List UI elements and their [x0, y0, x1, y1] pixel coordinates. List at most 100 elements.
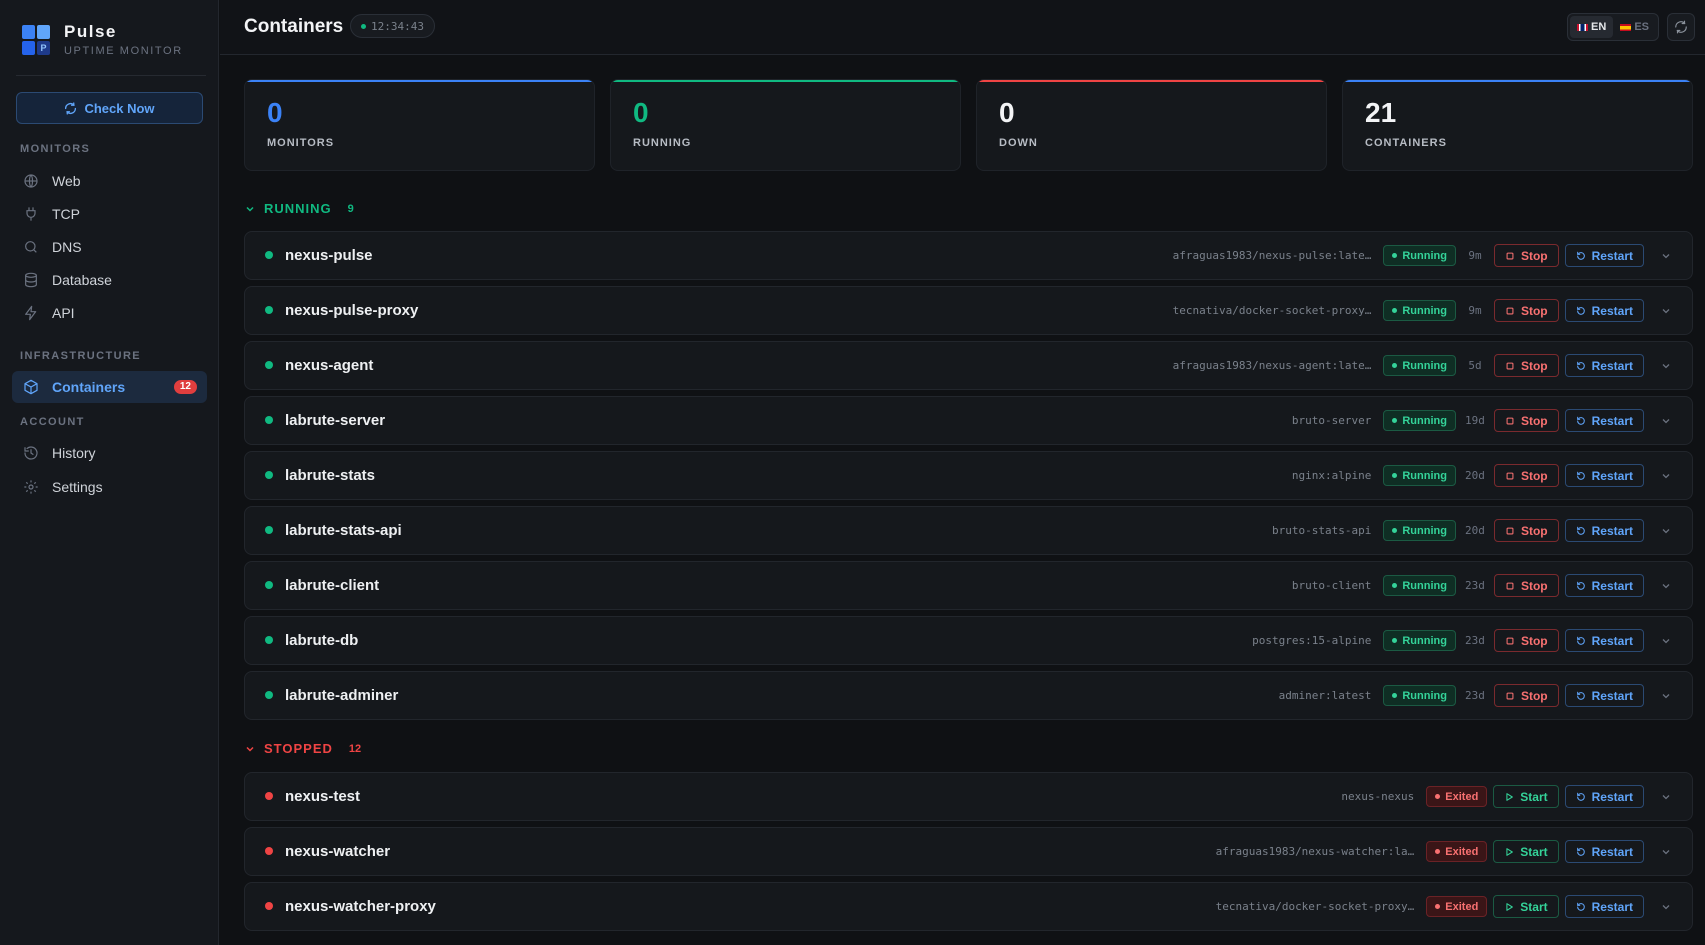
nav-section-account: ACCOUNT — [20, 416, 85, 428]
container-row[interactable]: labrute-db postgres:15-alpine Running 23d St… — [244, 616, 1693, 665]
stop-button[interactable]: Stop — [1493, 244, 1559, 267]
stat-accent-bar — [611, 80, 960, 82]
container-row[interactable]: nexus-test nexus-nexus Exited Start Restart — [244, 772, 1693, 821]
container-row[interactable]: labrute-server bruto-server Running 19d Stop… — [244, 396, 1693, 445]
check-now-button[interactable]: Check Now — [16, 92, 203, 124]
container-row-actions: tecnativa/docker-socket-proxy… Exited Star… — [1216, 883, 1676, 930]
group-header-running[interactable]: RUNNING 9 — [244, 201, 354, 216]
container-row[interactable]: nexus-pulse afraguas1983/nexus-pulse:late… — [244, 231, 1693, 280]
chevron-down-icon — [246, 746, 254, 752]
expand-row-button[interactable] — [1656, 521, 1676, 541]
refresh-button[interactable] — [1667, 13, 1695, 41]
restart-icon — [1576, 416, 1585, 425]
stop-button[interactable]: Stop — [1493, 684, 1559, 707]
sidebar: P Pulse UPTIME MONITOR Check Now MONITOR… — [0, 0, 219, 945]
sidebar-item-history[interactable]: History — [12, 437, 207, 469]
container-row[interactable]: nexus-pulse-proxy tecnativa/docker-socket… — [244, 286, 1693, 335]
expand-row-button[interactable] — [1656, 356, 1676, 376]
restart-label: Restart — [1591, 248, 1633, 263]
expand-row-button[interactable] — [1656, 246, 1676, 266]
sidebar-item-label: History — [52, 445, 96, 461]
start-button[interactable]: Start — [1493, 895, 1559, 918]
restart-button[interactable]: Restart — [1564, 409, 1644, 432]
expand-row-button[interactable] — [1656, 411, 1676, 431]
container-row-actions: nginx:alpine Running 20d Stop Restart — [1292, 452, 1676, 499]
container-row[interactable]: nexus-agent afraguas1983/nexus-agent:late… — [244, 341, 1693, 390]
expand-row-button[interactable] — [1656, 301, 1676, 321]
sidebar-item-containers[interactable]: Containers 12 — [12, 371, 207, 403]
refresh-icon — [65, 101, 77, 115]
container-row[interactable]: labrute-stats nginx:alpine Running 20d Stop R… — [244, 451, 1693, 500]
restart-button[interactable]: Restart — [1564, 629, 1644, 652]
restart-label: Restart — [1591, 303, 1633, 318]
restart-button[interactable]: Restart — [1564, 895, 1644, 918]
search-icon — [22, 238, 40, 256]
restart-button[interactable]: Restart — [1564, 785, 1644, 808]
restart-button[interactable]: Restart — [1564, 840, 1644, 863]
sidebar-item-database[interactable]: Database — [12, 264, 207, 296]
chevron-down-icon — [1662, 638, 1670, 643]
restart-label: Restart — [1591, 413, 1633, 428]
status-badge-dot-icon — [1392, 528, 1398, 533]
stop-label: Stop — [1520, 523, 1548, 538]
expand-row-button[interactable] — [1656, 897, 1676, 917]
lang-en-button[interactable]: EN — [1570, 16, 1614, 38]
status-badge: Running — [1383, 520, 1456, 541]
container-row[interactable]: labrute-adminer adminer:latest Running 23d S… — [244, 671, 1693, 720]
expand-row-button[interactable] — [1656, 686, 1676, 706]
restart-button[interactable]: Restart — [1564, 574, 1644, 597]
status-badge-label: Running — [1402, 634, 1447, 647]
status-badge-label: Running — [1402, 469, 1447, 482]
start-button[interactable]: Start — [1493, 840, 1559, 863]
restart-button[interactable]: Restart — [1564, 244, 1644, 267]
sidebar-item-tcp[interactable]: TCP — [12, 198, 207, 230]
container-name: nexus-watcher — [285, 843, 391, 860]
status-badge: Running — [1383, 300, 1456, 321]
sidebar-item-dns[interactable]: DNS — [12, 231, 207, 263]
container-name: nexus-test — [285, 788, 361, 805]
start-label: Start — [1520, 789, 1548, 804]
stop-icon — [1506, 692, 1514, 699]
brand[interactable]: P Pulse UPTIME MONITOR — [22, 22, 183, 57]
expand-row-button[interactable] — [1656, 576, 1676, 596]
restart-button[interactable]: Restart — [1564, 354, 1644, 377]
stop-button[interactable]: Stop — [1493, 519, 1559, 542]
expand-row-button[interactable] — [1656, 631, 1676, 651]
stop-button[interactable]: Stop — [1493, 629, 1559, 652]
start-button[interactable]: Start — [1493, 785, 1559, 808]
stop-button[interactable]: Stop — [1493, 464, 1559, 487]
expand-row-button[interactable] — [1656, 842, 1676, 862]
restart-button[interactable]: Restart — [1564, 684, 1644, 707]
stop-label: Stop — [1520, 358, 1548, 373]
stop-button[interactable]: Stop — [1493, 299, 1559, 322]
container-image: afraguas1983/nexus-pulse:late… — [1172, 249, 1372, 262]
expand-row-button[interactable] — [1656, 466, 1676, 486]
stop-button[interactable]: Stop — [1493, 409, 1559, 432]
container-image: tecnativa/docker-socket-proxy… — [1215, 900, 1415, 913]
status-dot-icon — [265, 902, 273, 910]
sidebar-item-web[interactable]: Web — [12, 165, 207, 197]
restart-button[interactable]: Restart — [1564, 464, 1644, 487]
restart-button[interactable]: Restart — [1564, 519, 1644, 542]
stop-button[interactable]: Stop — [1493, 354, 1559, 377]
sidebar-item-api[interactable]: API — [12, 297, 207, 329]
container-row[interactable]: nexus-watcher afraguas1983/nexus-watcher:… — [244, 827, 1693, 876]
stat-value: 0 — [999, 97, 1015, 128]
status-badge-dot-icon — [1392, 473, 1398, 478]
status-badge-label: Running — [1402, 249, 1447, 262]
sidebar-item-settings[interactable]: Settings — [12, 471, 207, 503]
container-row[interactable]: labrute-client bruto-client Running 23d Stop… — [244, 561, 1693, 610]
container-row[interactable]: labrute-stats-api bruto-stats-api Running 2… — [244, 506, 1693, 555]
group-header-stopped[interactable]: STOPPED 12 — [244, 741, 361, 756]
restart-button[interactable]: Restart — [1564, 299, 1644, 322]
lang-es-button[interactable]: ES — [1613, 16, 1656, 38]
stop-button[interactable]: Stop — [1493, 574, 1559, 597]
stop-label: Stop — [1520, 468, 1548, 483]
container-name: labrute-adminer — [285, 687, 399, 704]
stop-label: Stop — [1520, 688, 1548, 703]
container-image: adminer:latest — [1278, 689, 1372, 702]
container-row[interactable]: nexus-watcher-proxy tecnativa/docker-sock… — [244, 882, 1693, 931]
status-badge-dot-icon — [1392, 418, 1398, 423]
expand-row-button[interactable] — [1656, 787, 1676, 807]
container-name: nexus-pulse — [285, 247, 373, 264]
